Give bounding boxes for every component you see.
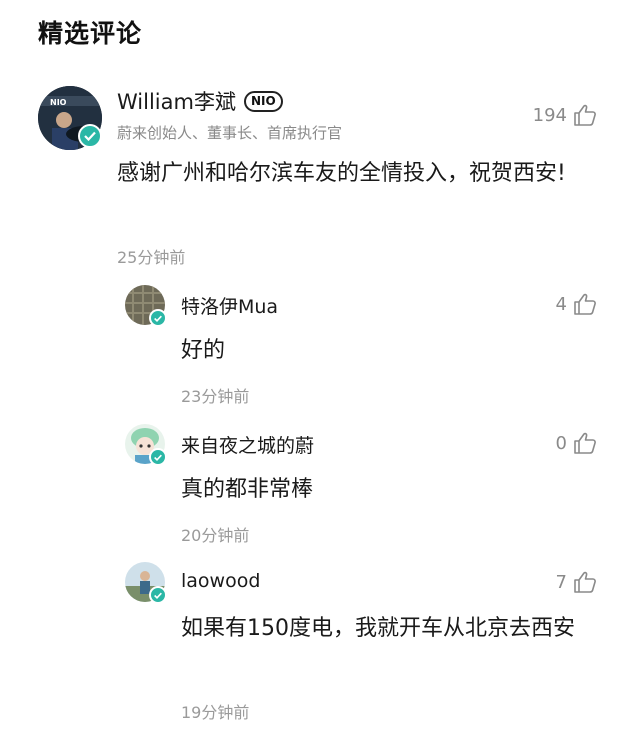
thumbs-up-icon — [574, 432, 596, 454]
like-count: 7 — [555, 571, 567, 593]
comment-author[interactable]: William李斌 NIO — [117, 86, 283, 116]
verified-check-icon — [149, 309, 167, 327]
verified-check-icon — [149, 586, 167, 604]
like-count: 4 — [555, 293, 567, 315]
nio-badge: NIO — [243, 90, 283, 112]
verified-check-icon — [149, 448, 167, 466]
like-button[interactable]: 4 — [556, 293, 597, 315]
comment-text: 感谢广州和哈尔滨车友的全情投入，祝贺西安! — [117, 161, 566, 186]
section-title: 精选评论 — [38, 19, 143, 48]
like-count: 194 — [532, 104, 567, 126]
reply-time: 20分钟前 — [181, 526, 250, 545]
verified-check-icon — [78, 124, 102, 148]
reply-time: 19分钟前 — [181, 703, 250, 722]
reply-text: 真的都非常棒 — [181, 477, 314, 502]
like-button[interactable]: 0 — [556, 432, 597, 454]
like-button[interactable]: 194 — [533, 104, 597, 126]
reply-text: 好的 — [181, 338, 226, 363]
reply-author[interactable]: laowood — [181, 570, 260, 592]
thumbs-up-icon — [574, 571, 596, 593]
reply-author[interactable]: 来自夜之城的蔚 — [181, 431, 314, 458]
reply-text: 如果有150度电，我就开车从北京去西安 — [181, 616, 575, 641]
thumbs-up-icon — [574, 293, 596, 315]
reply-author[interactable]: 特洛伊Mua — [181, 292, 278, 319]
thumbs-up-icon — [574, 104, 596, 126]
reply-time: 23分钟前 — [181, 387, 250, 406]
like-count: 0 — [555, 432, 567, 454]
svg-text:NIO: NIO — [50, 98, 67, 107]
author-subtitle: 蔚来创始人、董事长、首席执行官 — [117, 124, 343, 142]
like-button[interactable]: 7 — [556, 571, 597, 593]
author-name[interactable]: William李斌 — [117, 90, 236, 114]
comment-time: 25分钟前 — [117, 248, 186, 267]
